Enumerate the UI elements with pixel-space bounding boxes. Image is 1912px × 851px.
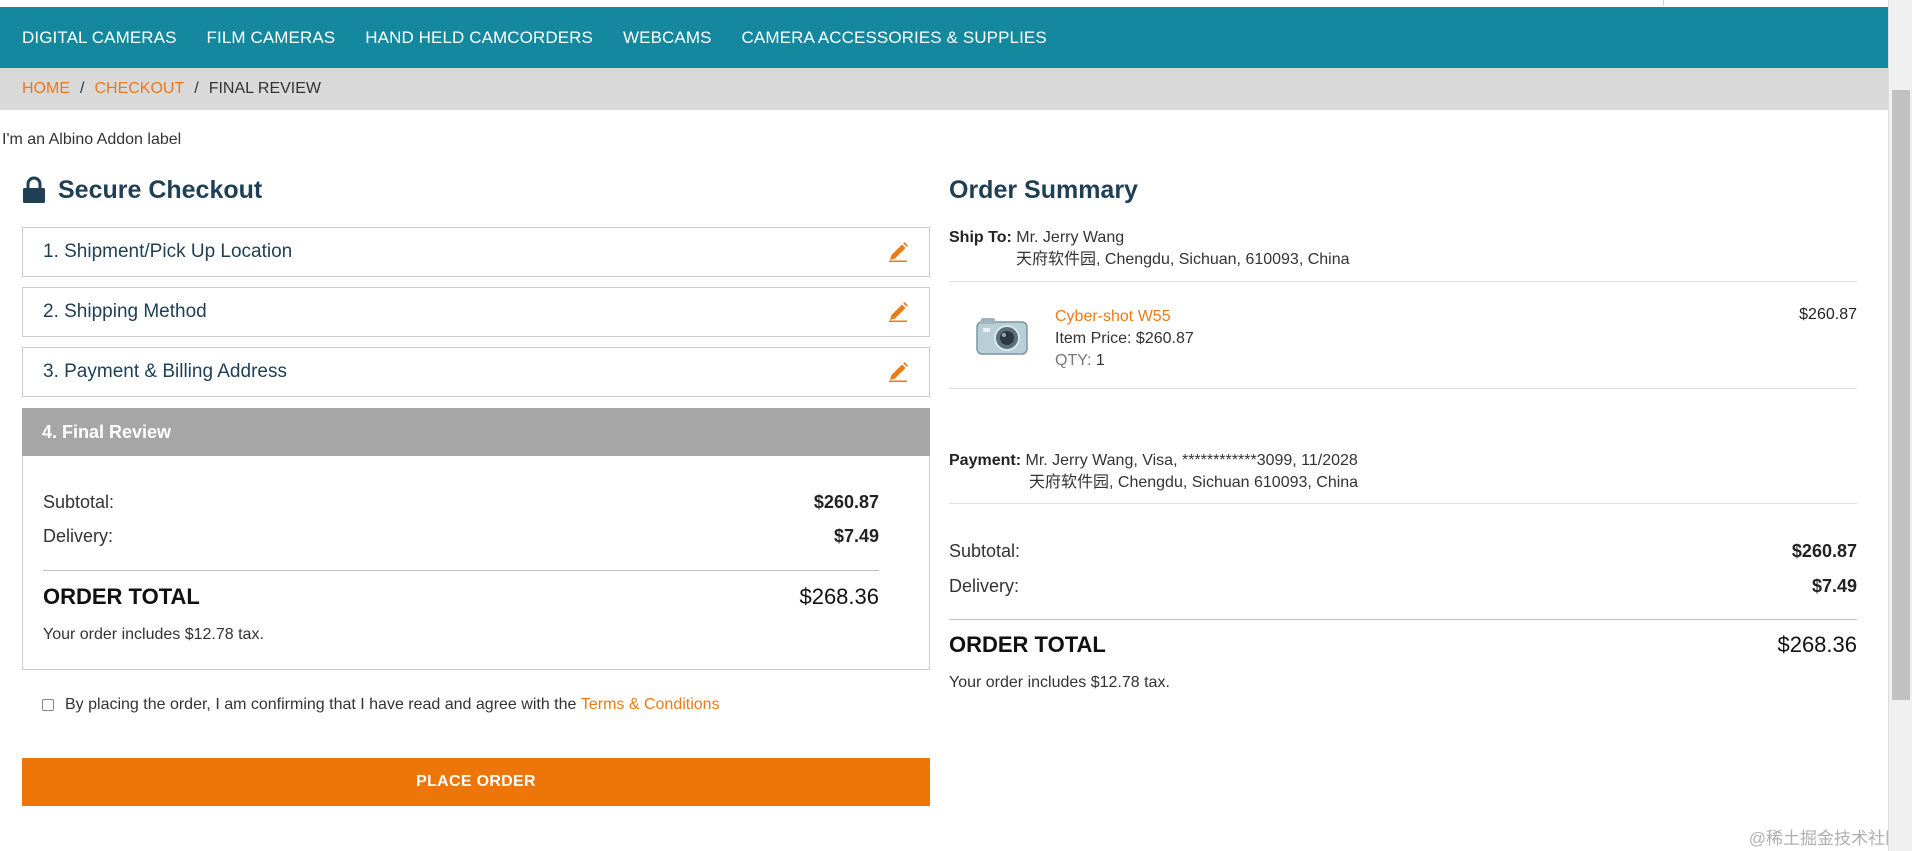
ship-to-name: Mr. Jerry Wang [1016, 229, 1125, 246]
breadcrumb-current: FINAL REVIEW [208, 80, 321, 97]
order-total-row: ORDER TOTAL $268.36 [43, 584, 879, 610]
terms-checkbox[interactable] [42, 699, 54, 711]
category-nav: DIGITAL CAMERAS FILM CAMERAS HAND HELD C… [0, 7, 1888, 68]
pencil-icon[interactable] [887, 301, 909, 323]
step-label: 2. Shipping Method [43, 301, 207, 322]
nav-webcams[interactable]: WEBCAMS [623, 28, 712, 48]
top-strip [0, 0, 1888, 7]
breadcrumb-checkout[interactable]: CHECKOUT [94, 80, 184, 98]
breadcrumb: HOME / CHECKOUT / FINAL REVIEW [0, 68, 1888, 110]
lock-icon [23, 176, 45, 203]
payment-label: Payment: [949, 452, 1022, 469]
payment-block: Payment: Mr. Jerry Wang, Visa, *********… [949, 450, 1358, 494]
checkout-header: Secure Checkout [22, 170, 930, 210]
breadcrumb-separator: / [80, 80, 85, 97]
final-review-body: Subtotal: $260.87 Delivery: $7.49 ORDER … [22, 456, 930, 670]
breadcrumb-separator: / [194, 80, 199, 97]
item-line-total: $260.87 [1799, 306, 1857, 323]
divider [949, 503, 1857, 504]
delivery-row: Delivery: $7.49 [43, 526, 879, 547]
watermark: @稀土掘金技术社区 [1748, 829, 1902, 848]
step-label: 3. Payment & Billing Address [43, 361, 287, 382]
ship-to-label: Ship To: [949, 229, 1012, 246]
order-total-label: ORDER TOTAL [43, 584, 200, 609]
tax-note: Your order includes $12.78 tax. [43, 626, 264, 643]
summary-divider [43, 570, 879, 571]
subtotal-value: $260.87 [813, 492, 879, 512]
checkout-panel: Secure Checkout 1. Shipment/Pick Up Loca… [22, 170, 930, 806]
step-shipment-location[interactable]: 1. Shipment/Pick Up Location [22, 227, 930, 277]
summary-divider [949, 619, 1857, 620]
order-total-label: ORDER TOTAL [949, 632, 1106, 657]
line-item: Cyber-shot W55 Item Price: $260.87 QTY: … [949, 296, 1857, 380]
breadcrumb-home[interactable]: HOME [22, 80, 70, 98]
summary-delivery-row: Delivery: $7.49 [949, 576, 1857, 597]
subtotal-label: Subtotal: [949, 541, 1021, 561]
terms-link[interactable]: Terms & Conditions [581, 696, 720, 714]
nav-film-cameras[interactable]: FILM CAMERAS [207, 28, 336, 48]
step-final-review-header: 4. Final Review [22, 408, 930, 456]
terms-text: By placing the order, I am confirming th… [65, 696, 577, 713]
pencil-icon[interactable] [887, 241, 909, 263]
place-order-button[interactable]: PLACE ORDER [22, 758, 930, 806]
addon-label: I'm an Albino Addon label [2, 131, 182, 148]
payment-details: Mr. Jerry Wang, Visa, ************3099, … [1025, 452, 1358, 469]
item-info: Cyber-shot W55 Item Price: $260.87 QTY: … [1055, 306, 1194, 372]
delivery-label: Delivery: [949, 576, 1020, 596]
subtotal-label: Subtotal: [43, 492, 115, 512]
nav-digital-cameras[interactable]: DIGITAL CAMERAS [22, 28, 177, 48]
summary-order-total-row: ORDER TOTAL $268.36 [949, 632, 1857, 658]
item-qty-label: QTY: [1055, 352, 1092, 369]
summary-subtotal-row: Subtotal: $260.87 [949, 541, 1857, 562]
delivery-value: $7.49 [833, 526, 879, 546]
delivery-value: $7.49 [1811, 576, 1857, 596]
step-payment-billing[interactable]: 3. Payment & Billing Address [22, 347, 930, 397]
checkout-title: Secure Checkout [58, 175, 263, 204]
step-label: 4. Final Review [42, 421, 172, 442]
subtotal-row: Subtotal: $260.87 [43, 492, 879, 513]
ship-to-block: Ship To: Mr. Jerry Wang 天府软件园, Chengdu, … [949, 227, 1350, 271]
order-summary-panel: Order Summary Ship To: Mr. Jerry Wang 天府… [949, 170, 1857, 691]
payment-address: 天府软件园, Chengdu, Sichuan 610093, China [1029, 474, 1359, 491]
item-name-link[interactable]: Cyber-shot W55 [1055, 306, 1194, 328]
delivery-label: Delivery: [43, 526, 114, 546]
pencil-icon[interactable] [887, 361, 909, 383]
divider [949, 388, 1857, 389]
camera-icon [976, 318, 1028, 355]
divider [949, 281, 1857, 282]
summary-tax-note: Your order includes $12.78 tax. [949, 674, 1170, 691]
order-total-value: $268.36 [1777, 632, 1857, 657]
page-scrollbar[interactable] [1888, 0, 1912, 851]
scrollbar-thumb[interactable] [1892, 90, 1910, 700]
order-summary-title: Order Summary [949, 176, 1138, 204]
step-label: 1. Shipment/Pick Up Location [43, 241, 293, 262]
step-shipping-method[interactable]: 2. Shipping Method [22, 287, 930, 337]
nav-hand-held-camcorders[interactable]: HAND HELD CAMCORDERS [365, 28, 593, 48]
ship-to-address: 天府软件园, Chengdu, Sichuan, 610093, China [1016, 251, 1350, 268]
subtotal-value: $260.87 [1791, 541, 1857, 561]
top-divider [1663, 0, 1664, 6]
item-price-label: Item Price: [1055, 330, 1132, 347]
order-total-value: $268.36 [799, 584, 879, 609]
item-price-value: $260.87 [1135, 330, 1194, 347]
terms-agreement: By placing the order, I am confirming th… [42, 696, 720, 714]
nav-camera-accessories[interactable]: CAMERA ACCESSORIES & SUPPLIES [742, 28, 1047, 48]
item-qty-value: 1 [1095, 352, 1105, 369]
